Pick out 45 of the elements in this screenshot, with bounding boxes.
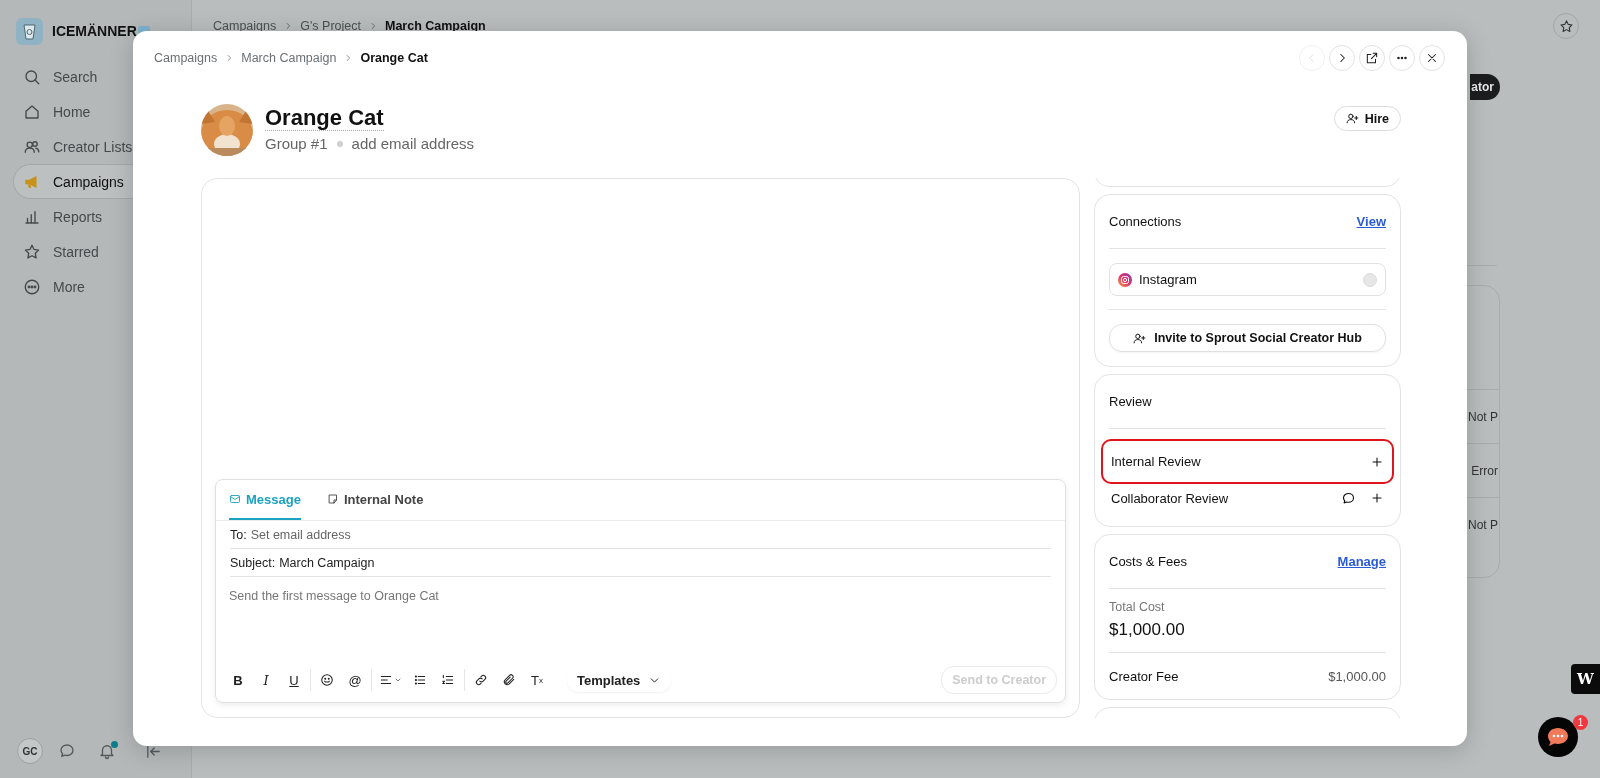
cost-label: Total Cost [1109, 600, 1166, 614]
field-label: To: [230, 527, 247, 542]
nav-item[interactable]: Home [13, 94, 191, 129]
breadcrumb-link[interactable]: March Campaign [241, 51, 337, 65]
review-label: Internal Review [1111, 454, 1201, 469]
format-button[interactable]: @ [341, 668, 369, 692]
nav-item[interactable]: Reports [13, 199, 191, 234]
breadcrumb-link[interactable]: G's Project [300, 19, 361, 33]
table-cell: Not P [1468, 409, 1498, 424]
format-button[interactable]: U [280, 668, 308, 692]
table-cell: Not P [1468, 517, 1498, 532]
message-field[interactable]: Send the first message to Orange Cat [229, 589, 1052, 603]
table-cell: Error [1471, 463, 1498, 478]
recipient-field[interactable]: Set email address [250, 527, 351, 542]
fee-value: $1,000.00 [1328, 668, 1386, 684]
templates-dropdown[interactable]: Templates [567, 668, 672, 692]
breadcrumb-link[interactable]: Orange Cat [360, 51, 428, 65]
field-label: Subject: [230, 555, 276, 570]
composer-tab[interactable]: Internal Note [326, 480, 424, 520]
breadcrumb-link[interactable]: Campaigns [154, 51, 218, 65]
nav-item[interactable]: More [13, 269, 191, 304]
nav-item[interactable]: Starred [13, 234, 191, 269]
account-field[interactable]: Instagram [1109, 263, 1386, 296]
card-title: Review [1109, 394, 1152, 409]
invite-button[interactable]: Invite to Sprout Social Creator Hub [1109, 324, 1386, 352]
breadcrumb-link[interactable]: Campaigns [213, 19, 277, 33]
group-label: Group #1 [265, 135, 328, 152]
format-button[interactable]: I [252, 668, 280, 692]
action-button[interactable]: ator [1470, 74, 1500, 100]
subject-field[interactable]: March Campaign [279, 555, 375, 570]
manage-link[interactable]: Manage [1337, 554, 1386, 569]
email-link[interactable]: add email address [351, 135, 475, 152]
card-title: Connections [1109, 214, 1182, 229]
review-label: Collaborator Review [1111, 490, 1229, 506]
fee-label: Creator Fee [1109, 668, 1179, 684]
logo[interactable]: W [1571, 664, 1600, 694]
view-link[interactable]: View [1356, 214, 1386, 229]
format-button[interactable]: B [224, 668, 252, 692]
nav-item[interactable]: Creator Lists [13, 129, 191, 164]
cost-value: $1,000.00 [1109, 620, 1186, 640]
card-title: Costs & Fees [1109, 554, 1188, 569]
breadcrumb-link[interactable]: March Campaign [385, 19, 486, 33]
workspace-name: ICEMÄNNER [52, 23, 137, 39]
user-avatar[interactable]: GC [17, 738, 43, 764]
creator-name: Orange Cat [265, 105, 384, 131]
